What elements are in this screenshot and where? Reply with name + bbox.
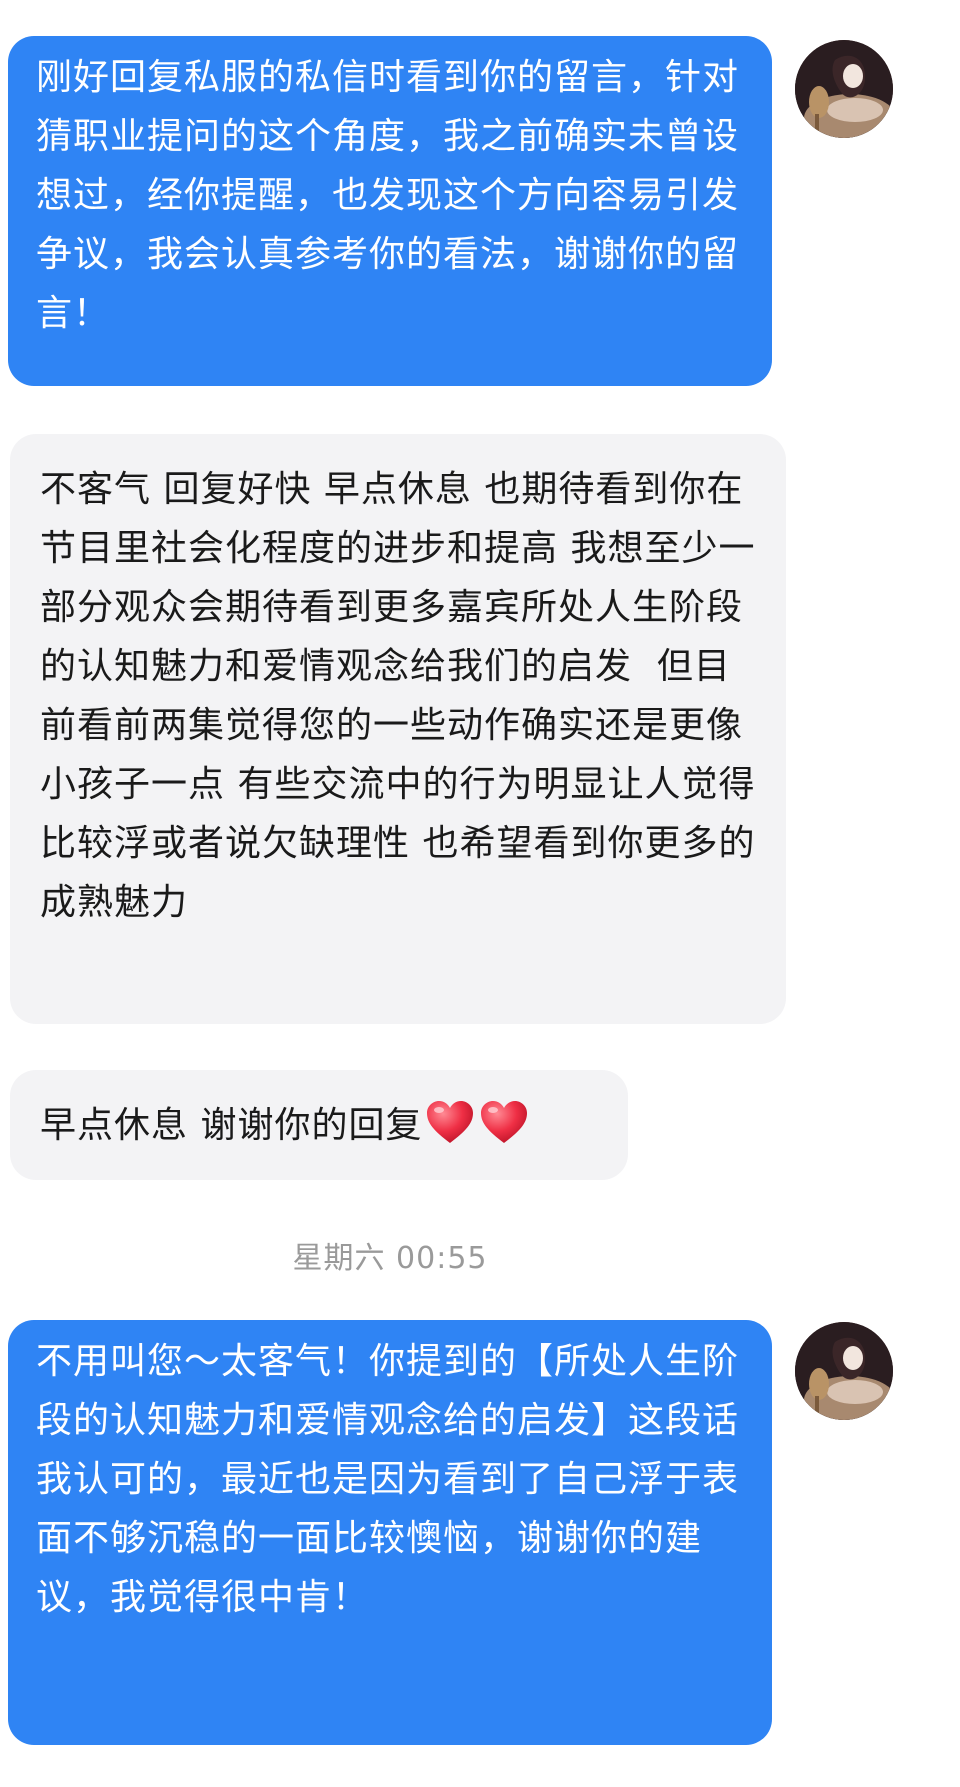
- message-timestamp: 星期六 00:55: [292, 1241, 488, 1276]
- avatar[interactable]: [795, 40, 893, 138]
- message-text: 早点休息 谢谢你的回复: [40, 1105, 423, 1146]
- message-bubble-received[interactable]: 不客气 回复好快 早点休息 也期待看到你在节目里社会化程度的进步和提高 我想至少…: [10, 434, 786, 1024]
- heart-emoji-icon: [424, 1097, 476, 1149]
- avatar-photo-icon: [795, 40, 893, 138]
- avatar[interactable]: [795, 1322, 893, 1420]
- message-bubble-received[interactable]: 早点休息 谢谢你的回复: [10, 1070, 628, 1180]
- message-text: 不客气 回复好快 早点休息 也期待看到你在节目里社会化程度的进步和提高 我想至少…: [40, 469, 756, 923]
- message-bubble-sent[interactable]: 刚好回复私服的私信时看到你的留言，针对猜职业提问的这个角度，我之前确实未曾设想过…: [8, 36, 772, 386]
- chat-thread: 刚好回复私服的私信时看到你的留言，针对猜职业提问的这个角度，我之前确实未曾设想过…: [0, 0, 960, 1787]
- message-text: 刚好回复私服的私信时看到你的留言，针对猜职业提问的这个角度，我之前确实未曾设想过…: [36, 57, 740, 334]
- avatar-photo-icon: [795, 1322, 893, 1420]
- message-bubble-sent[interactable]: 不用叫您～太客气！你提到的【所处人生阶段的认知魅力和爱情观念给的启发】这段话我认…: [8, 1320, 772, 1745]
- heart-emoji-icon: [478, 1097, 530, 1149]
- message-text: 不用叫您～太客气！你提到的【所处人生阶段的认知魅力和爱情观念给的启发】这段话我认…: [36, 1341, 740, 1618]
